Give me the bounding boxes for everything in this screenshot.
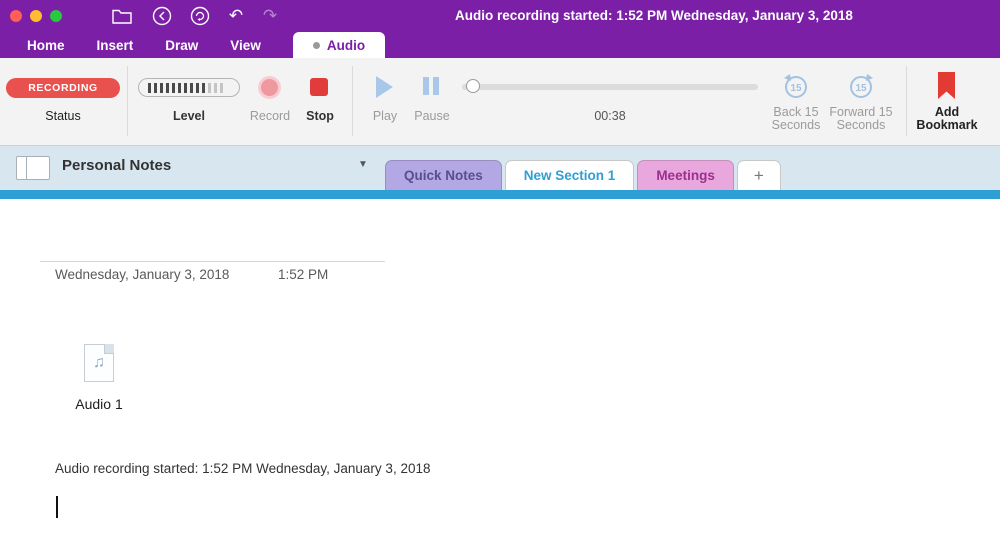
page-body-text[interactable]: Audio recording started: 1:52 PM Wednesd… [55, 461, 430, 476]
forward-15-seconds-icon[interactable]: 15 [846, 71, 876, 106]
recording-status-badge: RECORDING [6, 78, 120, 98]
notebook-name[interactable]: Personal Notes [62, 157, 171, 174]
level-label: Level [138, 110, 240, 123]
audio-ribbon: RECORDING Status Level Record Stop Play … [0, 58, 1000, 146]
window-title: Audio recording started: 1:52 PM Wednesd… [455, 8, 853, 23]
add-bookmark-icon[interactable] [938, 72, 955, 99]
sync-circle-icon[interactable] [188, 6, 212, 26]
audio-object-label[interactable]: Audio 1 [58, 396, 140, 412]
stop-button[interactable] [310, 78, 328, 96]
tab-insert[interactable]: Insert [97, 38, 134, 53]
zoom-window-button[interactable] [50, 10, 62, 22]
section-tab-quick-notes[interactable]: Quick Notes [385, 160, 502, 190]
audio-file-icon[interactable]: ♫ [84, 344, 114, 382]
stop-label: Stop [296, 110, 344, 123]
redo-icon[interactable]: ↷ [258, 6, 282, 26]
elapsed-time: 00:38 [462, 110, 758, 123]
tab-audio[interactable]: Audio [293, 32, 385, 58]
tab-home[interactable]: Home [27, 38, 65, 53]
tab-view[interactable]: View [230, 38, 261, 53]
forward-skip-value: 15 [855, 83, 867, 94]
tab-draw[interactable]: Draw [165, 38, 198, 53]
status-label: Status [0, 110, 126, 123]
text-cursor [56, 496, 58, 518]
ribbon-divider [906, 66, 907, 136]
page-title-underline [40, 261, 385, 262]
add-section-button[interactable]: + [737, 160, 781, 190]
section-tab-bar: Quick Notes New Section 1 Meetings + [385, 160, 781, 190]
section-tab-new-section-1[interactable]: New Section 1 [505, 160, 635, 190]
ribbon-tab-bar: Home Insert Draw View Audio [27, 32, 385, 58]
play-button[interactable] [376, 76, 393, 98]
back-circle-icon[interactable] [150, 6, 174, 26]
ribbon-divider [352, 66, 353, 136]
play-label: Play [362, 110, 408, 123]
playback-progress-track[interactable] [462, 84, 758, 90]
onenote-window: ↶ ↷ Audio recording started: 1:52 PM Wed… [0, 0, 1000, 545]
recording-indicator-dot [313, 42, 320, 49]
playback-progress-knob[interactable] [466, 79, 480, 93]
close-window-button[interactable] [10, 10, 22, 22]
back-15-seconds-icon[interactable]: 15 [781, 71, 811, 106]
tab-audio-label: Audio [327, 38, 365, 53]
back-15-seconds-label: Back 15 Seconds [766, 106, 826, 132]
section-tab-meetings[interactable]: Meetings [637, 160, 734, 190]
minimize-window-button[interactable] [30, 10, 42, 22]
window-controls [10, 10, 62, 22]
record-button[interactable] [258, 76, 281, 99]
notebook-icon[interactable] [16, 156, 50, 180]
ribbon-divider [127, 66, 128, 136]
page-time: 1:52 PM [278, 267, 328, 282]
folder-icon[interactable] [110, 6, 134, 26]
pause-label: Pause [408, 110, 456, 123]
forward-15-seconds-label: Forward 15 Seconds [828, 106, 894, 132]
back-skip-value: 15 [790, 83, 802, 94]
music-note-icon: ♫ [93, 354, 105, 372]
notebook-dropdown-caret[interactable]: ▼ [358, 159, 368, 170]
record-label: Record [246, 110, 294, 123]
pause-button[interactable] [423, 77, 439, 95]
undo-icon[interactable]: ↶ [224, 6, 248, 26]
add-bookmark-label[interactable]: Add Bookmark [908, 106, 986, 132]
page-date: Wednesday, January 3, 2018 [55, 267, 229, 282]
audio-level-meter [138, 78, 240, 97]
section-color-strip [0, 190, 1000, 199]
